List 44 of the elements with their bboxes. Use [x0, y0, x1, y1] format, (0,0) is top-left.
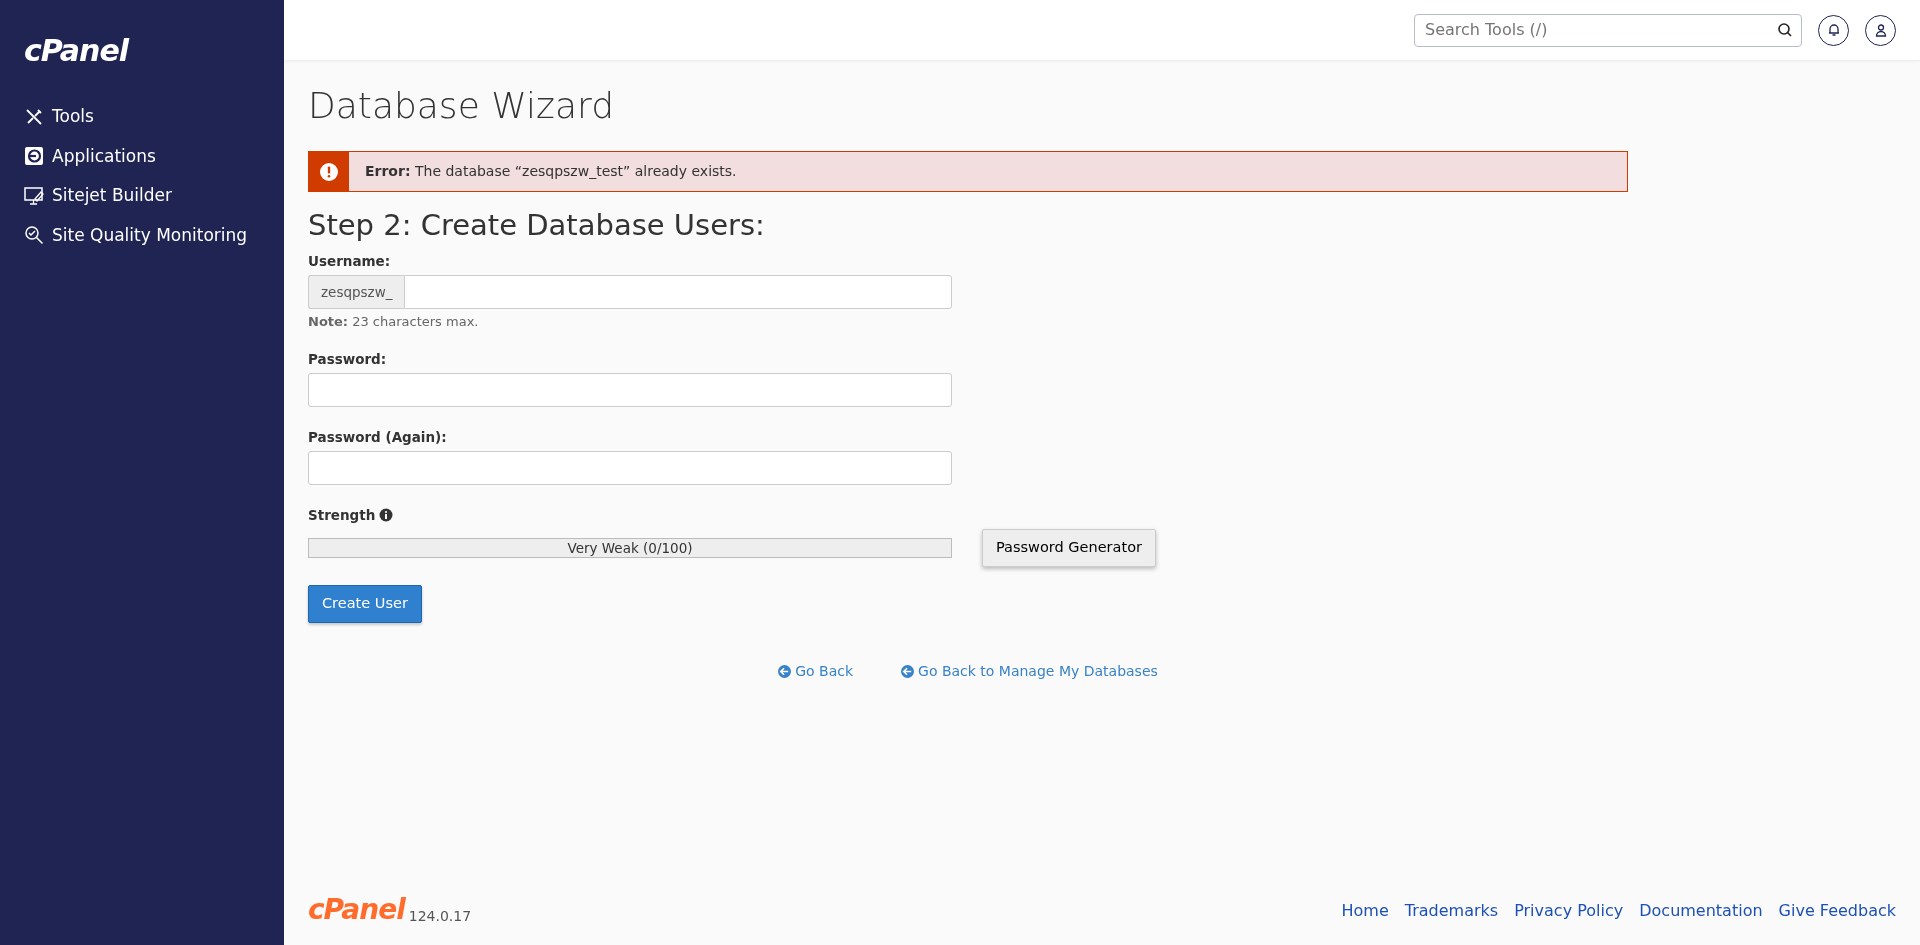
bell-icon — [1826, 23, 1841, 37]
page-title: Database Wizard — [308, 84, 615, 128]
note-text: Note: 23 characters max. — [308, 313, 480, 332]
search-icon — [1777, 22, 1793, 38]
applications-icon — [24, 146, 44, 167]
info-icon[interactable] — [379, 508, 394, 523]
field-label: Password (Again): — [308, 428, 448, 447]
username-field[interactable] — [404, 275, 952, 310]
version-text: 124.0.17 — [408, 907, 472, 926]
field-label: Username: — [308, 252, 392, 271]
footer-link[interactable]: Home — [1341, 899, 1389, 923]
error-message: Error: The database “zesqpszw_test” already exists. — [365, 162, 737, 182]
search-field[interactable]: Search Tools (/) — [1414, 13, 1802, 47]
back-link[interactable]: Go Back to Manage My Databases — [901, 661, 1158, 682]
sidebar-item[interactable]: Applications — [24, 136, 260, 176]
username-prefix: zesqpszw_ — [308, 275, 405, 310]
field-label: Strength — [308, 506, 376, 526]
field-label: Password: — [308, 349, 388, 369]
footer-link[interactable]: Trademarks — [1404, 899, 1499, 923]
back-arrow-icon — [778, 665, 792, 678]
back-link[interactable]: Go Back — [778, 661, 854, 682]
password-field[interactable] — [308, 373, 952, 407]
tools-icon — [24, 106, 44, 127]
monitor-icon — [24, 185, 44, 206]
user-icon — [1873, 23, 1888, 37]
footer-link[interactable]: Privacy Policy — [1514, 899, 1624, 923]
sidebar-item[interactable]: Tools — [24, 97, 260, 137]
logo[interactable]: cPanel — [24, 28, 260, 73]
create-user-button[interactable]: Create User — [308, 585, 422, 623]
footer-link[interactable]: Give Feedback — [1778, 899, 1896, 923]
back-arrow-icon — [901, 665, 915, 678]
notifications-button[interactable] — [1818, 14, 1849, 46]
sidebar-item[interactable]: Site Quality Monitoring — [24, 215, 260, 255]
password-generator-button[interactable]: Password Generator — [982, 529, 1156, 568]
step-heading: Step 2: Create Database Users: — [308, 208, 766, 243]
footer-link[interactable]: Documentation — [1639, 899, 1763, 923]
strength-reading: Very Weak (0/100) — [567, 539, 693, 558]
exclamation-icon — [319, 161, 339, 182]
sidebar-item[interactable]: Sitejet Builder — [24, 176, 260, 216]
password-field[interactable] — [308, 451, 952, 486]
search-input[interactable]: Search Tools (/) — [1423, 17, 1777, 43]
magnifier-icon — [24, 225, 44, 246]
footer-logo: cPanel — [308, 892, 405, 928]
user-button[interactable] — [1865, 14, 1896, 46]
